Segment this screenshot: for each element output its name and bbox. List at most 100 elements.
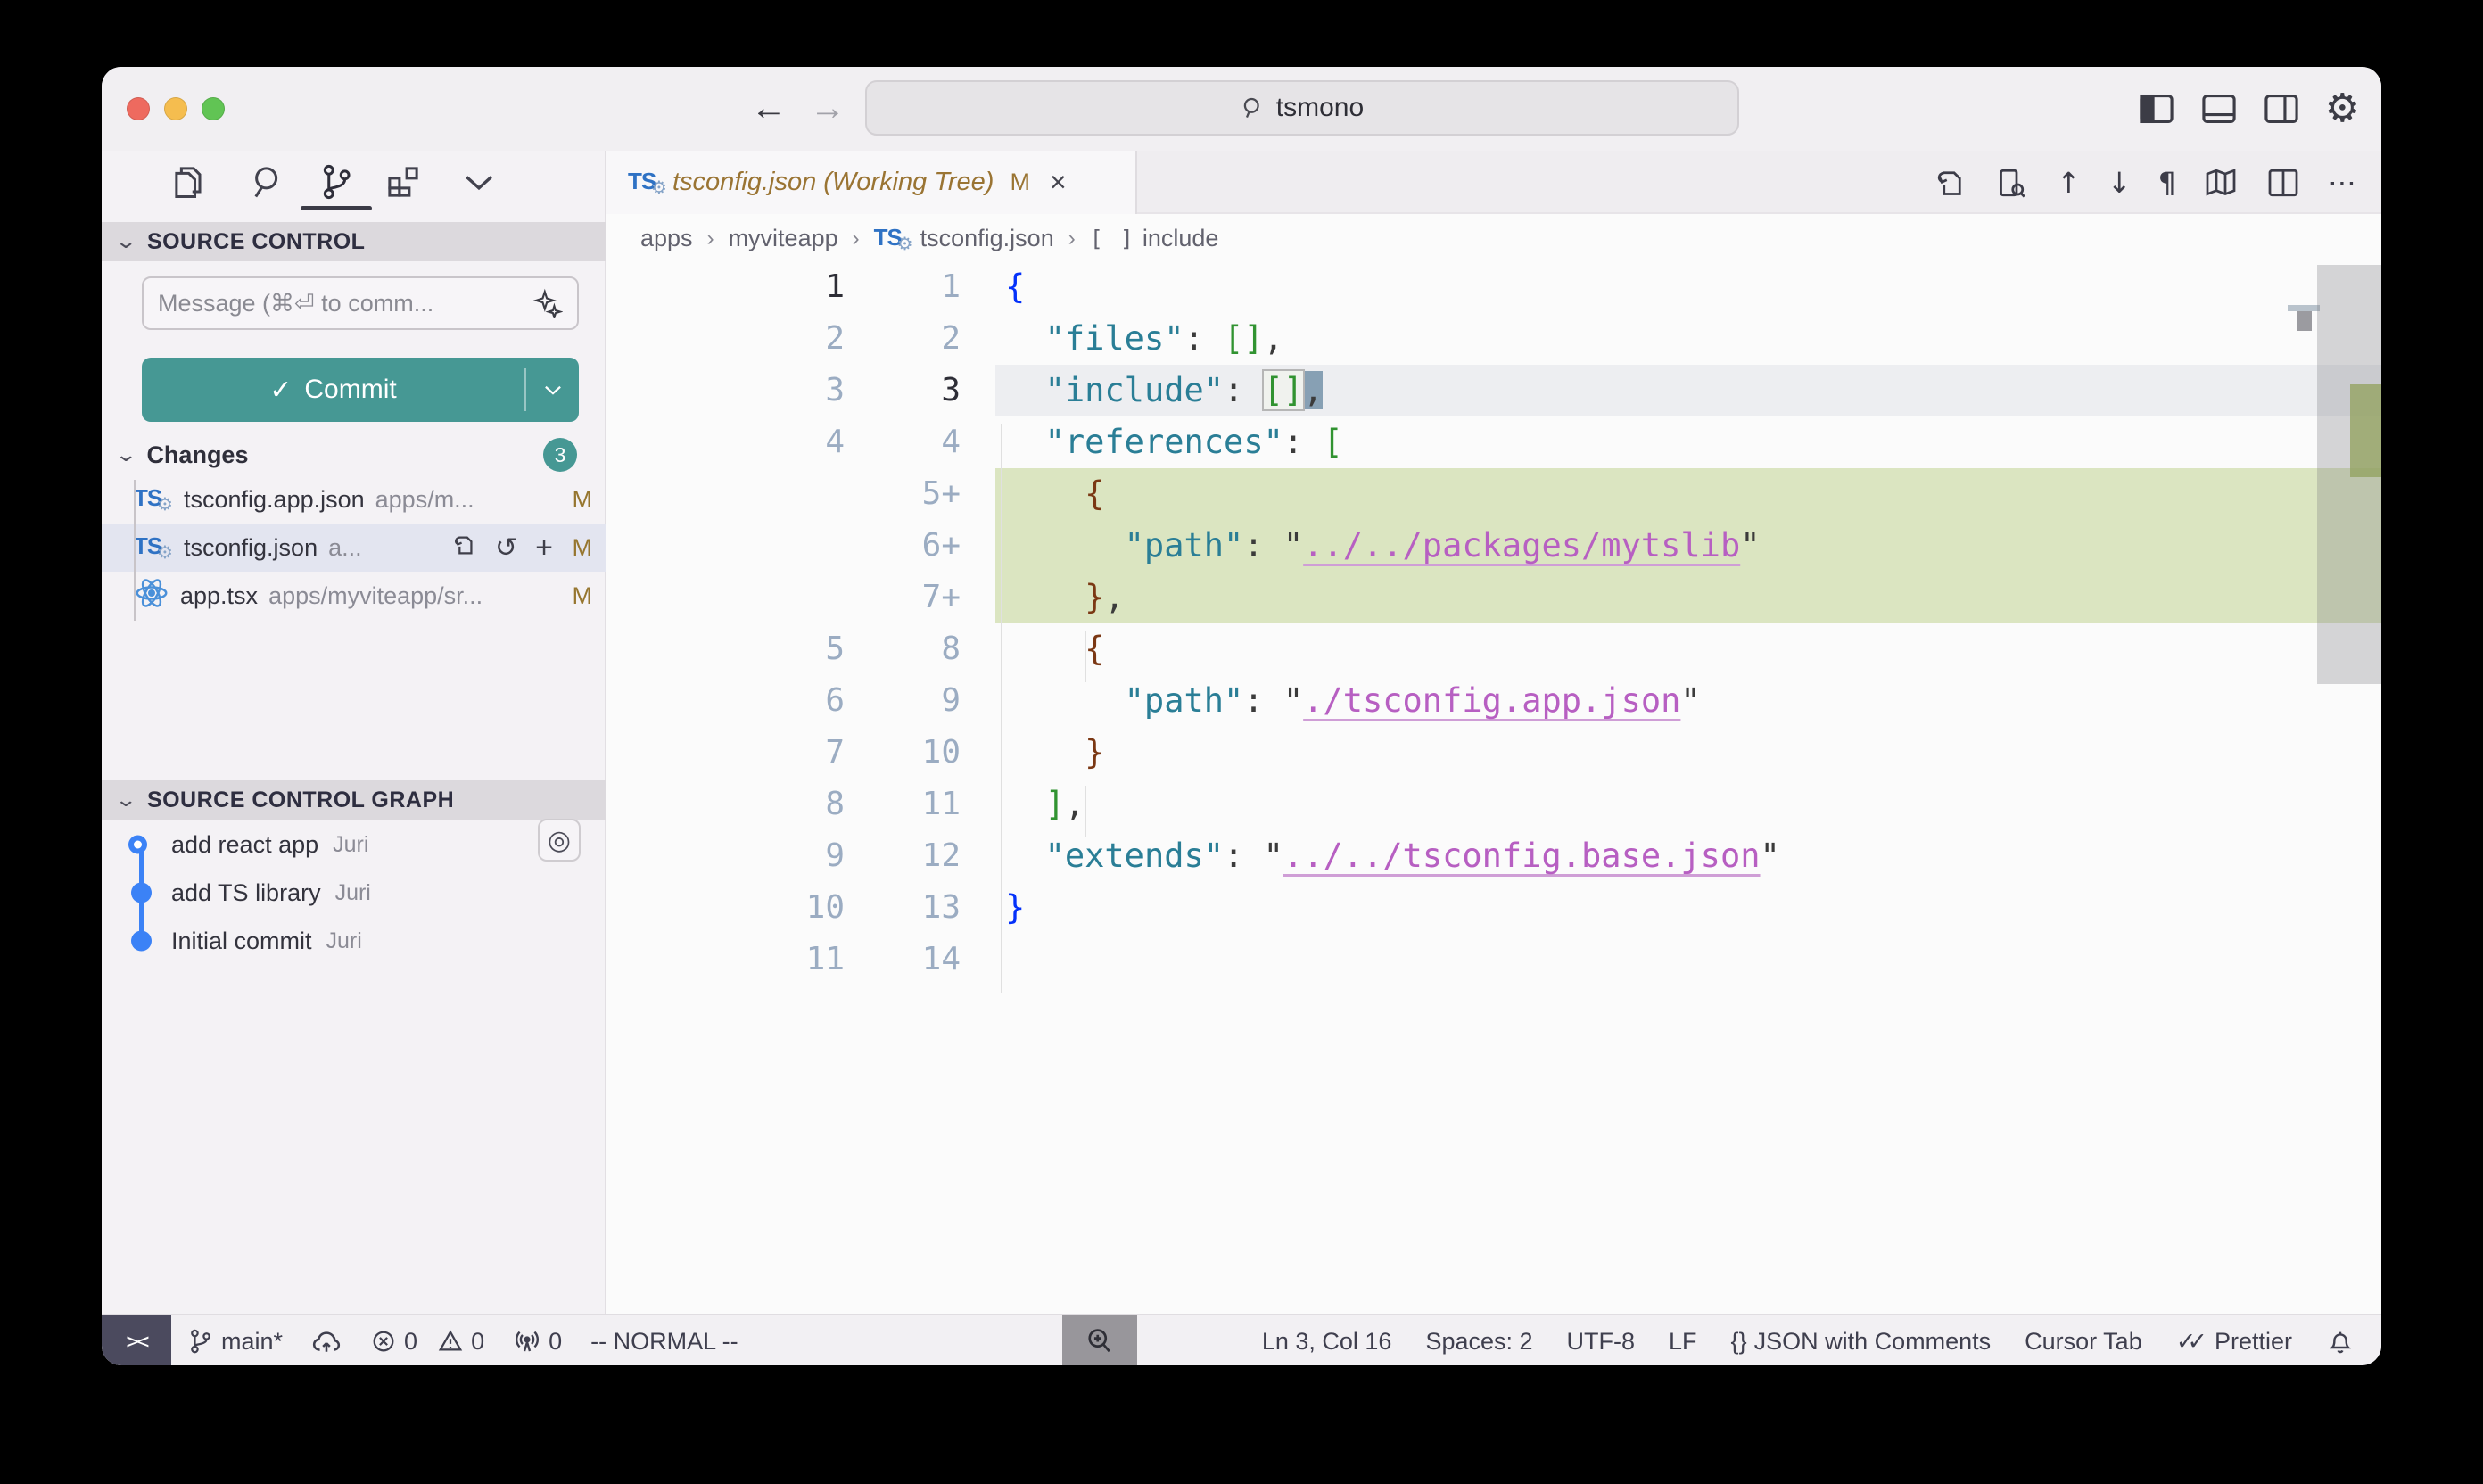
old-line-number: 9 <box>606 830 845 882</box>
vim-mode-indicator[interactable]: -- NORMAL -- <box>590 1328 738 1356</box>
source-control-header[interactable]: ⌄ SOURCE CONTROL <box>102 222 606 261</box>
change-row-tsconfig.json[interactable]: TS⚙tsconfig.jsona...↺+M <box>102 524 606 572</box>
toggle-secondary-sidebar-icon[interactable] <box>2263 90 2300 128</box>
file-path: a... <box>328 534 450 562</box>
settings-gear-icon[interactable]: ⚙ <box>2325 89 2360 128</box>
notifications-bell-icon[interactable] <box>2326 1327 2355 1356</box>
old-line-number: 1 <box>606 261 845 313</box>
formatter-indicator[interactable]: ✓✓ Prettier <box>2176 1328 2292 1356</box>
next-change-icon[interactable]: ↓ <box>2108 166 2132 200</box>
goto-commit-button[interactable]: ◎ <box>538 819 581 862</box>
old-line-number: 5 <box>606 623 845 675</box>
change-row-app.tsx[interactable]: app.tsxapps/myviteapp/sr...M <box>102 572 606 620</box>
cursor-position-label: Ln 3, Col 16 <box>1262 1328 1392 1356</box>
commit-dropdown-chevron[interactable] <box>526 358 579 422</box>
code-line-10[interactable]: 710 } <box>606 727 2381 779</box>
code-line-2[interactable]: 22 "files": [], <box>606 313 2381 365</box>
error-count: 0 <box>404 1328 417 1356</box>
remote-indicator[interactable]: >< <box>102 1315 171 1365</box>
gear-icon: ⚙ <box>157 493 173 515</box>
ports-indicator[interactable]: 0 <box>513 1327 562 1356</box>
back-arrow-icon[interactable]: ← <box>751 88 787 128</box>
commit-button[interactable]: ✓ Commit <box>142 358 579 422</box>
code-line-1[interactable]: 11{ <box>606 261 2381 313</box>
whitespace-toggle-icon[interactable]: ¶ <box>2158 166 2176 200</box>
new-line-number: 8 <box>854 623 961 675</box>
line-content: "include": [], <box>1005 365 1323 416</box>
code-line-11[interactable]: 811 ], <box>606 779 2381 830</box>
breadcrumb-item-tsconfig.json[interactable]: TS⚙tsconfig.json <box>874 224 1054 254</box>
commit-button-main[interactable]: ✓ Commit <box>142 358 524 422</box>
graph-commit-row[interactable]: add TS libraryJuri <box>102 869 606 917</box>
problems-indicator[interactable]: 0 0 <box>370 1328 484 1356</box>
code-line-4[interactable]: 44 "references": [ <box>606 416 2381 468</box>
language-mode-indicator[interactable]: {} JSON with Comments <box>1731 1328 1992 1356</box>
cursor-tab-indicator[interactable]: Cursor Tab <box>2025 1328 2142 1356</box>
editor-toolbar: ↑ ↓ ¶ ⋯ <box>1932 151 2356 214</box>
forward-arrow-icon[interactable]: → <box>810 88 846 128</box>
new-line-number: 12 <box>854 830 961 882</box>
tab-tsconfig-working-tree[interactable]: TS⚙ tsconfig.json (Working Tree) M × <box>606 151 1137 214</box>
extensions-icon[interactable] <box>382 161 425 203</box>
breadcrumb-item-myviteapp[interactable]: myviteapp <box>729 225 838 252</box>
encoding-indicator[interactable]: UTF-8 <box>1567 1328 1636 1356</box>
commit-message-input[interactable]: Message (⌘⏎ to comm... <box>142 276 579 330</box>
code-line-13[interactable]: 1013} <box>606 882 2381 934</box>
magnifier-plus-icon <box>1084 1325 1116 1357</box>
split-editor-icon[interactable] <box>2265 165 2301 201</box>
tab-close-icon[interactable]: × <box>1050 166 1067 199</box>
change-row-tsconfig.app.json[interactable]: TS⚙tsconfig.app.jsonapps/m...M <box>102 475 606 524</box>
line-content: "path": "../../packages/mytslib" <box>1005 520 1761 572</box>
code-line-12[interactable]: 912 "extends": "../../tsconfig.base.json… <box>606 830 2381 882</box>
previous-change-icon[interactable]: ↑ <box>2057 166 2081 200</box>
cursor-position-indicator[interactable]: Ln 3, Col 16 <box>1262 1328 1392 1356</box>
search-value: tsmono <box>1276 93 1364 123</box>
open-file-icon[interactable] <box>450 532 477 565</box>
search-sidebar-icon[interactable] <box>246 161 289 203</box>
toggle-sidebar-icon[interactable] <box>2138 90 2175 128</box>
stage-icon[interactable]: + <box>535 531 553 565</box>
source-control-icon[interactable] <box>315 161 358 203</box>
breadcrumb-item-include[interactable]: [ ]include <box>1090 225 1219 252</box>
breadcrumb-item-apps[interactable]: apps <box>640 225 693 252</box>
branch-indicator[interactable]: main* <box>187 1328 283 1356</box>
graph-commit-row[interactable]: Initial commitJuri <box>102 917 606 965</box>
maximize-traffic-light[interactable] <box>202 97 225 120</box>
indentation-label: Spaces: 2 <box>1425 1328 1532 1356</box>
indentation-indicator[interactable]: Spaces: 2 <box>1425 1328 1532 1356</box>
minimize-traffic-light[interactable] <box>164 97 187 120</box>
graph-commit-row[interactable]: add react appJuri◎ <box>102 820 606 869</box>
discard-icon[interactable]: ↺ <box>495 532 517 564</box>
modified-badge: M <box>569 582 592 610</box>
old-line-number: 10 <box>606 882 845 934</box>
toggle-panel-icon[interactable] <box>2200 90 2238 128</box>
commit-button-label: Commit <box>304 375 396 405</box>
eol-indicator[interactable]: LF <box>1669 1328 1697 1356</box>
formatter-label: Prettier <box>2215 1328 2292 1356</box>
code-line-9[interactable]: 69 "path": "./tsconfig.app.json" <box>606 675 2381 727</box>
command-center-search[interactable]: tsmono <box>865 80 1739 136</box>
inline-view-icon[interactable] <box>1994 165 2030 201</box>
sync-cloud-icon[interactable] <box>311 1326 342 1356</box>
code-line-8[interactable]: 58 { <box>606 623 2381 675</box>
changes-section-header[interactable]: ⌄ Changes 3 <box>102 434 606 475</box>
source-control-graph-header[interactable]: ⌄ SOURCE CONTROL GRAPH <box>102 780 606 820</box>
breadcrumb-separator-icon: › <box>707 227 714 251</box>
open-changes-icon[interactable] <box>1932 165 1967 201</box>
braces-icon: {} <box>1731 1328 1747 1356</box>
code-line-14[interactable]: 1114 <box>606 934 2381 985</box>
sparkle-ai-icon[interactable] <box>532 288 563 318</box>
line-content: "references": [ <box>1005 416 1343 468</box>
explorer-icon[interactable] <box>169 161 211 203</box>
old-line-number: 7 <box>606 727 845 779</box>
more-actions-icon[interactable]: ⋯ <box>2328 166 2356 200</box>
screencast-zoom-indicator[interactable] <box>1062 1315 1137 1365</box>
code-line-7[interactable]: 7+ }, <box>606 572 2381 623</box>
more-views-chevron-icon[interactable] <box>458 161 500 203</box>
code-line-6[interactable]: 6+ "path": "../../packages/mytslib" <box>606 520 2381 572</box>
code-line-5[interactable]: 5+ { <box>606 468 2381 520</box>
close-traffic-light[interactable] <box>127 97 150 120</box>
map-icon[interactable] <box>2203 165 2239 201</box>
code-diff-view[interactable]: 11{22 "files": [],33 "include": [],44 "r… <box>606 261 2381 985</box>
code-line-3[interactable]: 33 "include": [], <box>606 365 2381 416</box>
